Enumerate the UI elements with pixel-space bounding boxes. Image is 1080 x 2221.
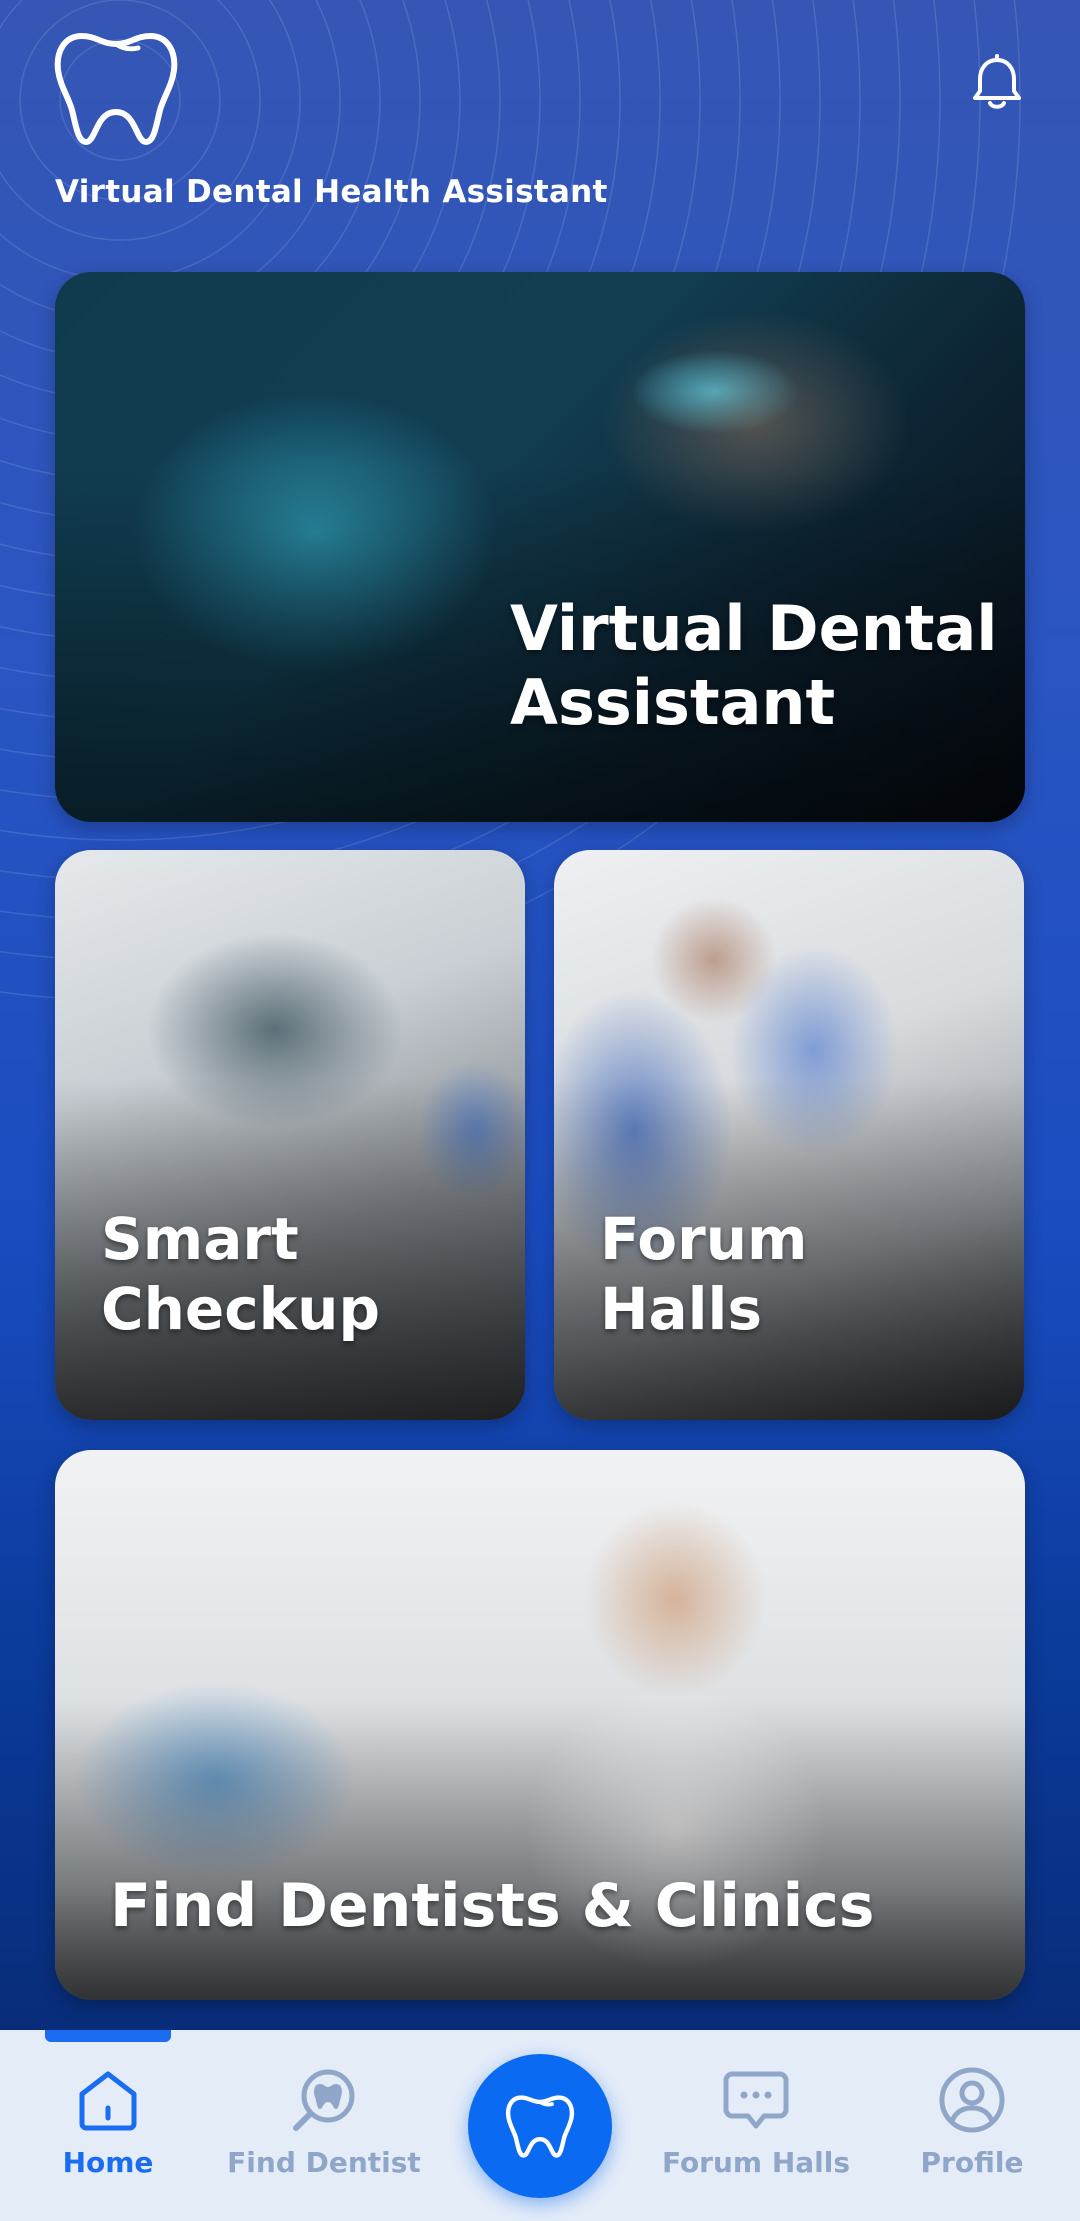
smart-checkup-title: Smart Checkup (101, 1205, 380, 1343)
forum-halls-card[interactable]: Forum Halls (554, 850, 1024, 1420)
chat-bubble-icon (723, 2071, 789, 2129)
nav-item-profile[interactable]: Profile (872, 2030, 1072, 2221)
tooth-logo-icon (54, 33, 178, 145)
nav-label-home: Home (62, 2146, 154, 2179)
user-circle-icon (939, 2067, 1005, 2133)
bell-icon[interactable] (970, 54, 1024, 112)
tooth-icon (505, 2095, 575, 2158)
nav-item-home[interactable]: Home (8, 2030, 208, 2221)
home-icon (79, 2071, 137, 2131)
nav-label-forum-halls: Forum Halls (661, 2146, 851, 2179)
virtual-dental-assistant-card[interactable]: Virtual Dental Assistant (55, 272, 1025, 822)
smart-checkup-card[interactable]: Smart Checkup (55, 850, 525, 1420)
nav-label-find-dentist: Find Dentist (227, 2146, 421, 2179)
nav-label-profile: Profile (920, 2146, 1024, 2179)
search-tooth-icon (293, 2069, 355, 2131)
app-title: Virtual Dental Health Assistant (55, 174, 608, 210)
nav-item-forum-halls[interactable]: Forum Halls (656, 2030, 856, 2221)
find-dentists-title: Find Dentists & Clinics (110, 1871, 875, 1941)
find-dentists-card[interactable]: Find Dentists & Clinics (55, 1450, 1025, 2000)
virtual-dental-assistant-title: Virtual Dental Assistant (510, 592, 998, 740)
center-tooth-button[interactable] (468, 2054, 612, 2198)
forum-halls-title: Forum Halls (600, 1205, 808, 1343)
nav-item-find-dentist[interactable]: Find Dentist (224, 2030, 424, 2221)
